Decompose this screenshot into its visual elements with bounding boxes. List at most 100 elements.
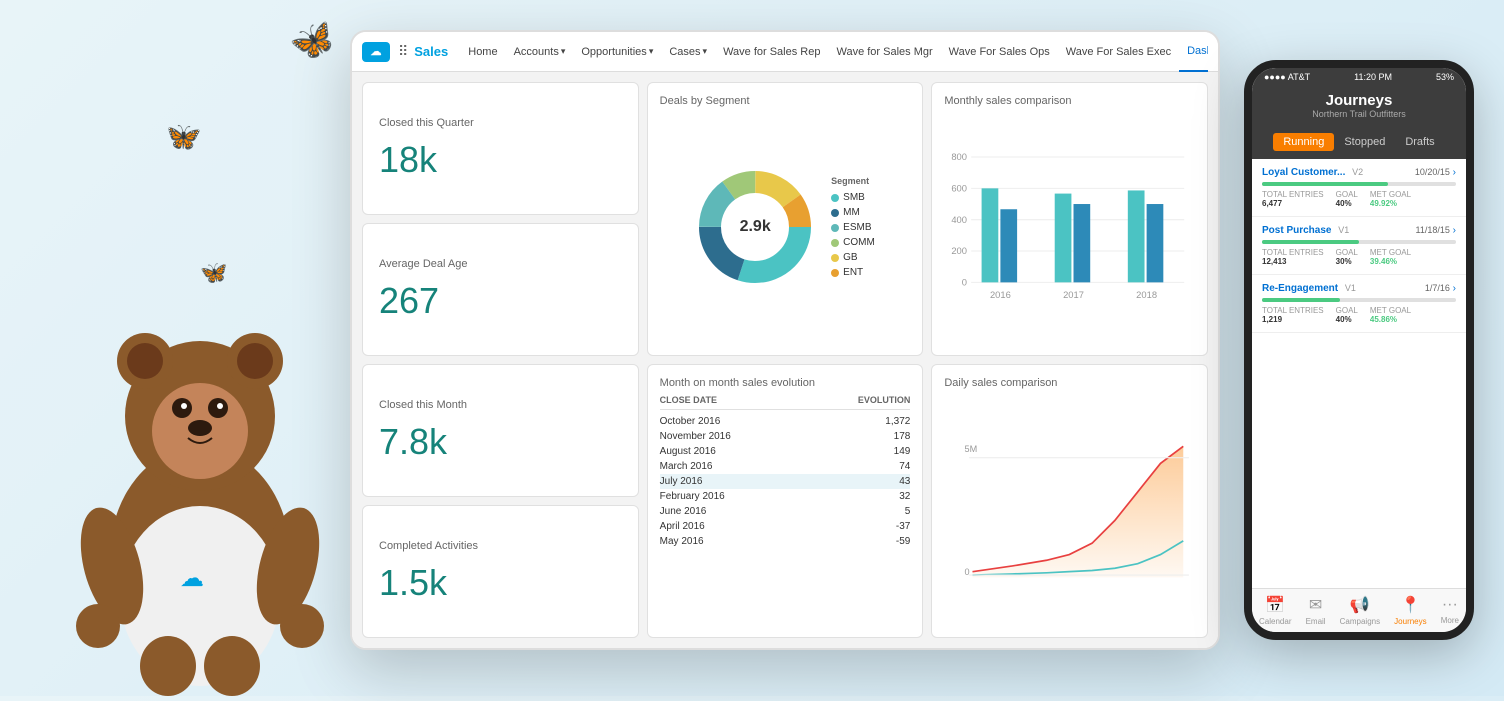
mobile-nav-journeys[interactable]: 📍 Journeys (1394, 595, 1426, 626)
line-chart-svg: 5M 0 (944, 395, 1195, 623)
closed-quarter-value: 18k (379, 139, 622, 181)
mobile-nav-more[interactable]: ··· More (1441, 596, 1459, 625)
journey-1-date: 10/20/15 (1415, 167, 1450, 177)
butterfly-bottom-icon: 🦋 (200, 260, 227, 286)
closed-month-value: 7.8k (379, 421, 622, 463)
nav-item-home[interactable]: Home (460, 32, 505, 72)
mobile-nav-calendar[interactable]: 📅 Calendar (1259, 595, 1291, 626)
journey-2-progress-fill (1262, 240, 1359, 244)
kpi-column: Closed this Quarter 18k Average Deal Age… (362, 82, 639, 638)
line-chart-title: Daily sales comparison (944, 377, 1195, 389)
butterfly-middle-icon: 🦋 (161, 116, 203, 157)
nav-item-wave-mgr[interactable]: Wave for Sales Mgr (828, 32, 940, 72)
journey-1-progress-bg (1262, 182, 1456, 186)
journey-item-2[interactable]: Post Purchase V1 11/18/15 › TOTAL ENTRIE… (1252, 217, 1466, 275)
legend-title: Segment (831, 176, 875, 186)
nav-item-wave-exec[interactable]: Wave For Sales Exec (1058, 32, 1179, 72)
avg-deal-age-card: Average Deal Age 267 (362, 223, 639, 356)
nav-item-cases[interactable]: Cases▾ (661, 32, 715, 72)
nav-sales-label[interactable]: Sales (414, 44, 448, 59)
line-chart-area: 5M 0 (944, 395, 1195, 623)
journeys-icon: 📍 (1400, 595, 1420, 615)
nav-item-opportunities[interactable]: Opportunities▾ (573, 32, 661, 72)
legend-mm-label: MM (843, 207, 860, 218)
svg-text:2017: 2017 (1063, 289, 1084, 300)
avg-deal-age-value: 267 (379, 280, 622, 322)
salesforce-logo: ☁ (362, 42, 390, 62)
journey-2-arrow-icon: › (1453, 225, 1456, 236)
svg-text:☁: ☁ (180, 565, 204, 592)
legend-smb-label: SMB (843, 192, 865, 203)
journey-2-name: Post Purchase (1262, 225, 1331, 236)
calendar-icon: 📅 (1265, 595, 1285, 615)
bar-chart-svg: 800 600 400 200 0 (944, 113, 1195, 341)
legend-esmb-label: ESMB (843, 222, 871, 233)
table-row-8: May 2016-59 (660, 534, 911, 549)
campaigns-icon: 📢 (1350, 595, 1370, 615)
legend-ent-label: ENT (843, 267, 863, 278)
dashboard-content: Closed this Quarter 18k Average Deal Age… (352, 72, 1218, 648)
mobile-nav-campaigns[interactable]: 📢 Campaigns (1340, 595, 1380, 626)
bar-chart-area: 800 600 400 200 0 (944, 113, 1195, 341)
laptop-frame: ☁ ⠿ Sales Home Accounts▾ Opportunities▾ … (350, 30, 1220, 650)
svg-text:800: 800 (952, 151, 968, 162)
nav-item-wave-rep[interactable]: Wave for Sales Rep (715, 32, 828, 72)
mobile-frame: ●●●● AT&T 11:20 PM 53% Journeys Northern… (1244, 60, 1474, 640)
email-icon: ✉ (1309, 595, 1322, 615)
journey-3-stats: TOTAL ENTRIES 1,219 GOAL 40% MET GOAL 45… (1262, 306, 1456, 324)
table-rows: October 20161,372November 2016178August … (660, 414, 911, 549)
journey-3-name: Re-Engagement (1262, 283, 1338, 294)
bar-chart-card: Monthly sales comparison 800 600 400 200… (931, 82, 1208, 356)
mobile-tab-drafts[interactable]: Drafts (1395, 133, 1444, 151)
legend-esmb: ESMB (831, 222, 875, 233)
legend-gb-label: GB (843, 252, 857, 263)
closed-month-card: Closed this Month 7.8k (362, 364, 639, 497)
journey-item-3[interactable]: Re-Engagement V1 1/7/16 › TOTAL ENTRIES … (1252, 275, 1466, 333)
legend-gb: GB (831, 252, 875, 263)
donut-chart-title: Deals by Segment (660, 95, 911, 107)
svg-text:600: 600 (952, 182, 968, 193)
journey-3-date: 1/7/16 (1425, 283, 1450, 293)
table-row-3: March 201674 (660, 459, 911, 474)
journey-1-stats: TOTAL ENTRIES 6,477 GOAL 40% MET GOAL 49… (1262, 190, 1456, 208)
legend-mm: MM (831, 207, 875, 218)
legend-comm-dot (831, 239, 839, 247)
nav-bar: ☁ ⠿ Sales Home Accounts▾ Opportunities▾ … (352, 32, 1218, 72)
nav-items: Home Accounts▾ Opportunities▾ Cases▾ Wav… (460, 32, 1208, 72)
legend-smb-dot (831, 194, 839, 202)
completed-activities-value: 1.5k (379, 562, 622, 604)
avg-deal-age-title: Average Deal Age (379, 258, 622, 270)
nav-item-wave-ops[interactable]: Wave For Sales Ops (941, 32, 1058, 72)
nav-item-accounts[interactable]: Accounts▾ (506, 32, 574, 72)
mobile-bottom-nav: 📅 Calendar ✉ Email 📢 Campaigns 📍 Journey… (1252, 588, 1466, 632)
donut-container: 2.9k Segment SMB MM ESMB (660, 113, 911, 341)
mobile-nav-email[interactable]: ✉ Email (1306, 595, 1326, 626)
legend-smb: SMB (831, 192, 875, 203)
mobile-carrier: ●●●● AT&T (1264, 72, 1310, 82)
journey-1-progress-fill (1262, 182, 1388, 186)
nav-item-dashboards[interactable]: Dashboards▾ (1179, 32, 1208, 72)
journey-1-arrow-icon: › (1453, 167, 1456, 178)
table-col1-header: CLOSE DATE (660, 395, 717, 405)
journey-1-version: V2 (1352, 167, 1363, 177)
apps-grid-icon[interactable]: ⠿ (398, 43, 408, 60)
legend-esmb-dot (831, 224, 839, 232)
svg-text:2016: 2016 (990, 289, 1011, 300)
closed-month-title: Closed this Month (379, 399, 622, 411)
mobile-app-subtitle: Northern Trail Outfitters (1252, 109, 1466, 119)
svg-text:2018: 2018 (1137, 289, 1158, 300)
donut-svg: 2.9k (695, 167, 815, 287)
legend-comm-label: COMM (843, 237, 875, 248)
line-chart-card: Daily sales comparison 5M 0 (931, 364, 1208, 638)
journey-3-progress-bg (1262, 298, 1456, 302)
mobile-tabs: Running Stopped Drafts (1252, 127, 1466, 159)
mobile-tab-stopped[interactable]: Stopped (1334, 133, 1395, 151)
svg-text:0: 0 (965, 567, 970, 577)
mobile-content: Loyal Customer... V2 10/20/15 › TOTAL EN… (1252, 159, 1466, 603)
legend-ent: ENT (831, 267, 875, 278)
journey-item-1[interactable]: Loyal Customer... V2 10/20/15 › TOTAL EN… (1252, 159, 1466, 217)
table-col2-header: EVOLUTION (858, 395, 911, 405)
mascot-bear: ☁ (50, 176, 350, 696)
mobile-tab-running[interactable]: Running (1273, 133, 1334, 151)
completed-activities-title: Completed Activities (379, 540, 622, 552)
